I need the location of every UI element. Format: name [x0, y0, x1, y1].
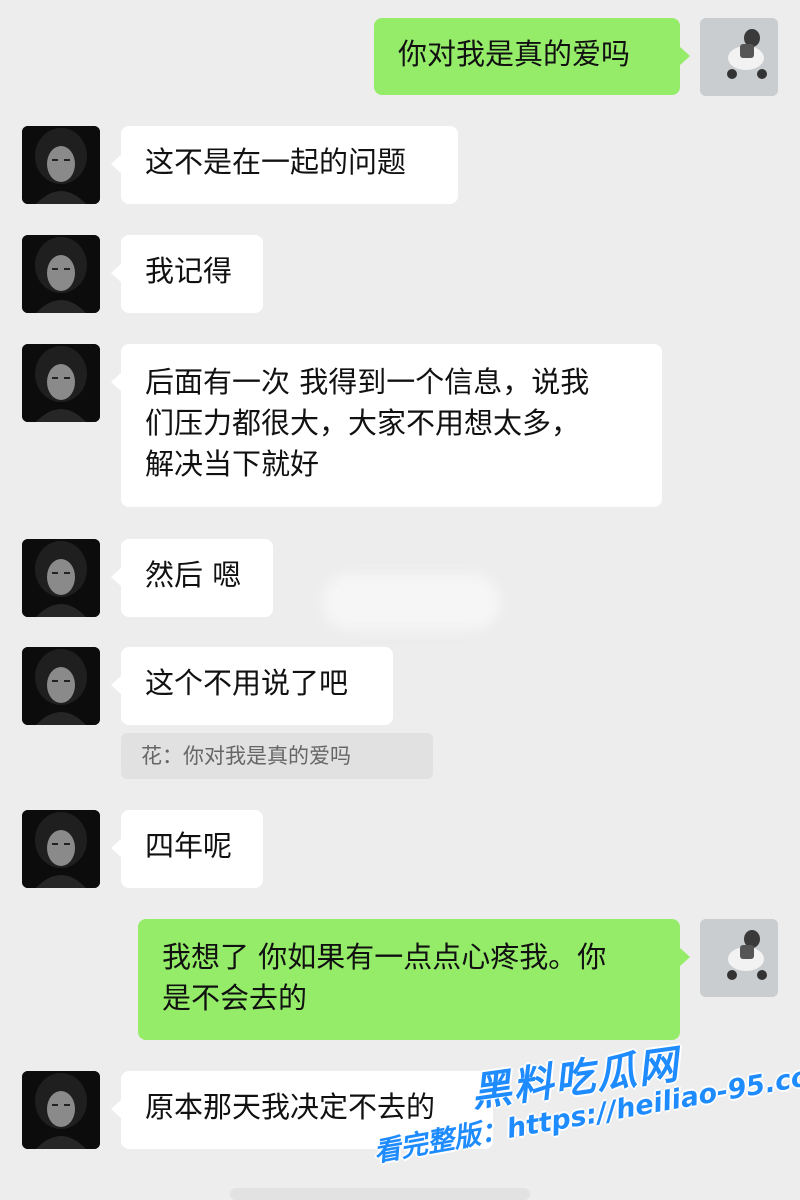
message-row: 你对我是真的爱吗 [0, 18, 800, 98]
message-line: 们压力都很大，大家不用想太多， [145, 406, 581, 440]
message-row: 我记得 [0, 235, 800, 315]
message-bubble-outgoing[interactable]: 我想了 你如果有一点点心疼我。你 是不会去的 [138, 919, 690, 1040]
portrait-icon [22, 126, 100, 204]
portrait-icon [22, 1071, 100, 1149]
message-bubble-outgoing[interactable]: 你对我是真的爱吗 [374, 18, 690, 95]
avatar-contact[interactable] [22, 647, 100, 725]
portrait-icon [22, 647, 100, 725]
message-row: 我想了 你如果有一点点心疼我。你 是不会去的 [0, 919, 800, 1041]
avatar-self[interactable] [700, 919, 778, 997]
avatar-self[interactable] [700, 18, 778, 96]
message-bubble-incoming[interactable]: 这不是在一起的问题 [111, 126, 458, 204]
avatar-contact[interactable] [22, 810, 100, 888]
avatar-contact[interactable] [22, 344, 100, 422]
avatar-contact[interactable] [22, 235, 100, 313]
avatar-contact[interactable] [22, 1071, 100, 1149]
avatar-contact[interactable] [22, 126, 100, 204]
quoted-reply[interactable]: 花：你对我是真的爱吗 [121, 733, 433, 779]
message-bubble-incoming[interactable]: 然后 嗯 [111, 539, 273, 617]
message-row: 后面有一次 我得到一个信息，说我 们压力都很大，大家不用想太多， 解决当下就好 [0, 344, 800, 508]
message-line: 后面有一次 我得到一个信息，说我 [145, 365, 590, 399]
message-bubble-incoming[interactable]: 这个不用说了吧 [111, 647, 393, 725]
redaction-smudge [322, 574, 500, 630]
message-row: 四年呢 [0, 810, 800, 890]
portrait-icon [22, 235, 100, 313]
message-line: 解决当下就好 [145, 447, 320, 481]
message-row: 这不是在一起的问题 [0, 126, 800, 206]
portrait-icon [22, 539, 100, 617]
message-bubble-incoming[interactable]: 后面有一次 我得到一个信息，说我 们压力都很大，大家不用想太多， 解决当下就好 [111, 344, 662, 507]
portrait-icon [22, 344, 100, 422]
message-line: 是不会去的 [162, 981, 308, 1015]
scooter-photo-icon [700, 919, 778, 997]
avatar-contact[interactable] [22, 539, 100, 617]
message-bubble-incoming[interactable]: 四年呢 [111, 810, 263, 888]
message-bubble-incoming[interactable]: 我记得 [111, 235, 263, 313]
portrait-icon [22, 810, 100, 888]
scooter-photo-icon [700, 18, 778, 96]
message-line: 我想了 你如果有一点点心疼我。你 [162, 940, 607, 974]
message-row: 这个不用说了吧 [0, 647, 800, 727]
cutoff-message-hint [230, 1188, 530, 1200]
